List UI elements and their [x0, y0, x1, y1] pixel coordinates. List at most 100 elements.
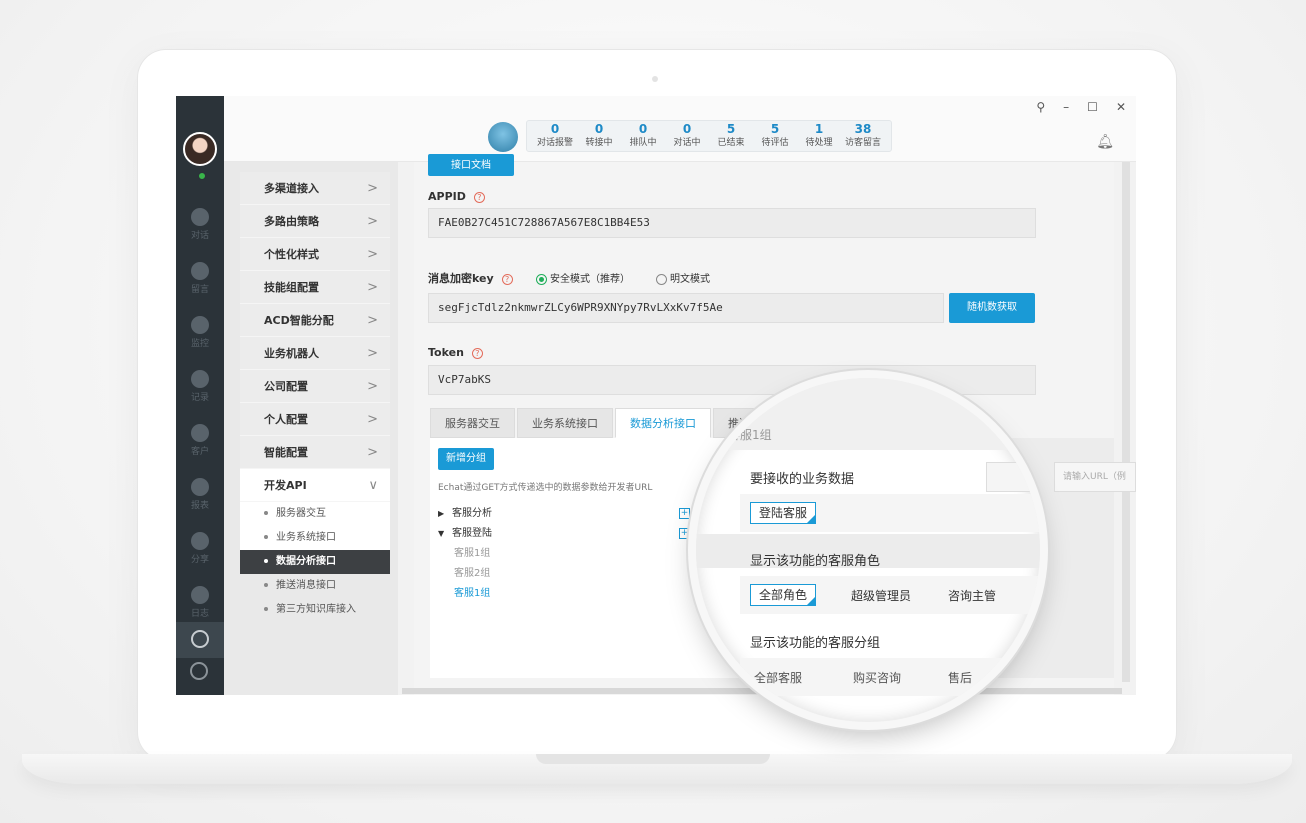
tree-child[interactable]: 客服2组 — [438, 564, 690, 584]
key-field[interactable]: segFjcTdlz2nkmwrZLCy6WPR9XNYpy7RvLXxKv7f… — [428, 293, 944, 323]
submenu-item[interactable]: 业务系统接口 — [240, 526, 390, 550]
menu-item[interactable]: ACD智能分配 > — [240, 304, 390, 337]
settings-sidebar: 多渠道接入 > 多路由策略 > 个性化样式 > 技能组配置 > ACD智能分配 > 业务机… — [224, 162, 398, 695]
power-icon[interactable] — [190, 662, 208, 680]
tab-business[interactable]: 业务系统接口 — [517, 408, 613, 438]
role-super-admin[interactable]: 超级管理员 — [851, 587, 911, 604]
avatar[interactable] — [183, 132, 217, 166]
minimize-icon[interactable]: – — [1063, 100, 1069, 114]
stat-count: 1 — [814, 122, 824, 136]
group-after-sales[interactable]: 售后 — [948, 669, 972, 686]
tree-group[interactable]: ▼ 客服登陆 + — [438, 524, 690, 544]
radio-label: 安全模式（推荐） — [550, 274, 630, 285]
stat-count: 0 — [550, 122, 560, 136]
rail-item-customers[interactable]: 客户 — [176, 416, 224, 468]
bullet-icon — [264, 511, 268, 515]
appid-field[interactable]: FAE0B27C451C728867A567E8C1BB4E53 — [428, 208, 1036, 238]
menu-item[interactable]: 个性化样式 > — [240, 238, 390, 271]
stat-alert[interactable]: 0 对话报警 — [533, 121, 577, 151]
rail-item-message[interactable]: 留言 — [176, 254, 224, 306]
submenu-label: 数据分析接口 — [276, 556, 336, 567]
submenu-label: 服务器交互 — [276, 508, 326, 519]
clock-icon — [191, 370, 209, 388]
submenu-item[interactable]: 服务器交互 — [240, 502, 390, 526]
rail-item-records[interactable]: 记录 — [176, 362, 224, 414]
vertical-scrollbar[interactable] — [1122, 162, 1130, 682]
tree-group[interactable]: ▶ 客服分析 + — [438, 504, 690, 524]
stat-label: 访客留言 — [844, 138, 881, 148]
tree-child[interactable]: 客服1组 — [438, 544, 690, 564]
rail-item-share[interactable]: 分享 — [176, 524, 224, 576]
help-icon[interactable]: ? — [471, 347, 483, 359]
rail-label: 留言 — [190, 285, 209, 295]
clipboard-icon — [191, 586, 209, 604]
menu-item[interactable]: 技能组配置 > — [240, 271, 390, 304]
chevron-right-icon: > — [367, 412, 378, 427]
check-corner-icon — [806, 596, 817, 606]
radio-plain-mode[interactable]: 明文模式 — [656, 270, 710, 285]
menu-item-dev-api[interactable]: 开发API ∨ — [240, 469, 390, 502]
menu-item-label: 多渠道接入 — [264, 182, 319, 195]
tree-child-selected[interactable]: 客服1组 — [438, 584, 690, 604]
chevron-down-icon: ∨ — [368, 478, 378, 493]
chip-label: 登陆客服 — [759, 506, 808, 520]
radio-safe-mode[interactable]: 安全模式（推荐） — [536, 270, 630, 285]
rail-label: 分享 — [190, 555, 209, 565]
api-doc-button[interactable]: 接口文档 — [428, 154, 514, 176]
chevron-right-icon: > — [367, 247, 378, 262]
chip-login-agent[interactable]: 登陆客服 — [750, 502, 817, 524]
stat-ended[interactable]: 5 已结束 — [709, 121, 753, 151]
pin-icon[interactable]: ⚲ — [1036, 100, 1045, 114]
plus-icon[interactable]: + — [679, 508, 690, 519]
chip-all-roles[interactable]: 全部角色 — [750, 584, 817, 606]
role-consult-supervisor[interactable]: 咨询主管 — [948, 587, 996, 604]
promo-stage: 对话 留言 监控 记录 客户 报表 分享 日志 ⚲ – ☐ ✕ 0 对话报警 0 转… — [0, 0, 1306, 823]
stat-to-evaluate[interactable]: 5 待评估 — [753, 121, 797, 151]
laptop-camera — [652, 76, 658, 82]
help-icon[interactable]: ? — [473, 191, 485, 203]
menu-item[interactable]: 智能配置 > — [240, 436, 390, 469]
help-icon[interactable]: ? — [501, 273, 513, 285]
caret-right-icon: ▶ — [438, 509, 445, 518]
rail-label: 客户 — [190, 447, 209, 457]
status-bar: ⚲ – ☐ ✕ 0 对话报警 0 转接中 0 排队中 0 对话中 5 已结束 5 待评估 1… — [224, 96, 1136, 162]
group-purchase[interactable]: 购买咨询 — [853, 669, 901, 686]
label-text: 消息加密key — [428, 272, 494, 285]
rail-item-settings[interactable] — [176, 622, 224, 658]
add-group-button[interactable]: 新增分组 — [438, 448, 494, 470]
menu-item[interactable]: 多渠道接入 > — [240, 172, 390, 205]
menu-item[interactable]: 多路由策略 > — [240, 205, 390, 238]
caret-down-icon: ▼ — [438, 529, 445, 538]
stat-pending[interactable]: 1 待处理 — [797, 121, 841, 151]
magnified-input[interactable] — [986, 462, 1040, 492]
bullet-icon — [264, 535, 268, 539]
tab-server[interactable]: 服务器交互 — [430, 408, 515, 438]
submenu-item-active[interactable]: 数据分析接口 — [240, 550, 390, 574]
plus-icon[interactable]: + — [679, 528, 690, 539]
maximize-icon[interactable]: ☐ — [1087, 100, 1098, 114]
menu-item[interactable]: 公司配置 > — [240, 370, 390, 403]
menu-item-label: 多路由策略 — [264, 215, 319, 228]
submenu-label: 推送消息接口 — [276, 580, 336, 591]
stat-chatting[interactable]: 0 对话中 — [665, 121, 709, 151]
group-all-agents[interactable]: 全部客服 — [754, 669, 802, 686]
url-input[interactable]: 请输入URL（例 — [1054, 462, 1136, 492]
stat-visitor-messages[interactable]: 38 访客留言 — [841, 121, 885, 151]
close-icon[interactable]: ✕ — [1116, 100, 1126, 114]
rail-item-chat[interactable]: 对话 — [176, 200, 224, 252]
menu-item[interactable]: 业务机器人 > — [240, 337, 390, 370]
submenu-item[interactable]: 推送消息接口 — [240, 574, 390, 598]
stat-transferring[interactable]: 0 转接中 — [577, 121, 621, 151]
random-button[interactable]: 随机数获取 — [949, 293, 1035, 323]
stat-queue[interactable]: 0 排队中 — [621, 121, 665, 151]
rail-item-monitor[interactable]: 监控 — [176, 308, 224, 360]
submenu-label: 业务系统接口 — [276, 532, 336, 543]
token-label: Token? — [428, 346, 483, 359]
menu-item[interactable]: 个人配置 > — [240, 403, 390, 436]
stat-label: 对话报警 — [536, 138, 573, 148]
chevron-right-icon: > — [367, 346, 378, 361]
menu-item-label: 智能配置 — [264, 446, 308, 459]
rail-item-reports[interactable]: 报表 — [176, 470, 224, 522]
submenu-item[interactable]: 第三方知识库接入 — [240, 598, 390, 622]
bell-icon[interactable]: 🔔︎ — [1096, 134, 1114, 150]
